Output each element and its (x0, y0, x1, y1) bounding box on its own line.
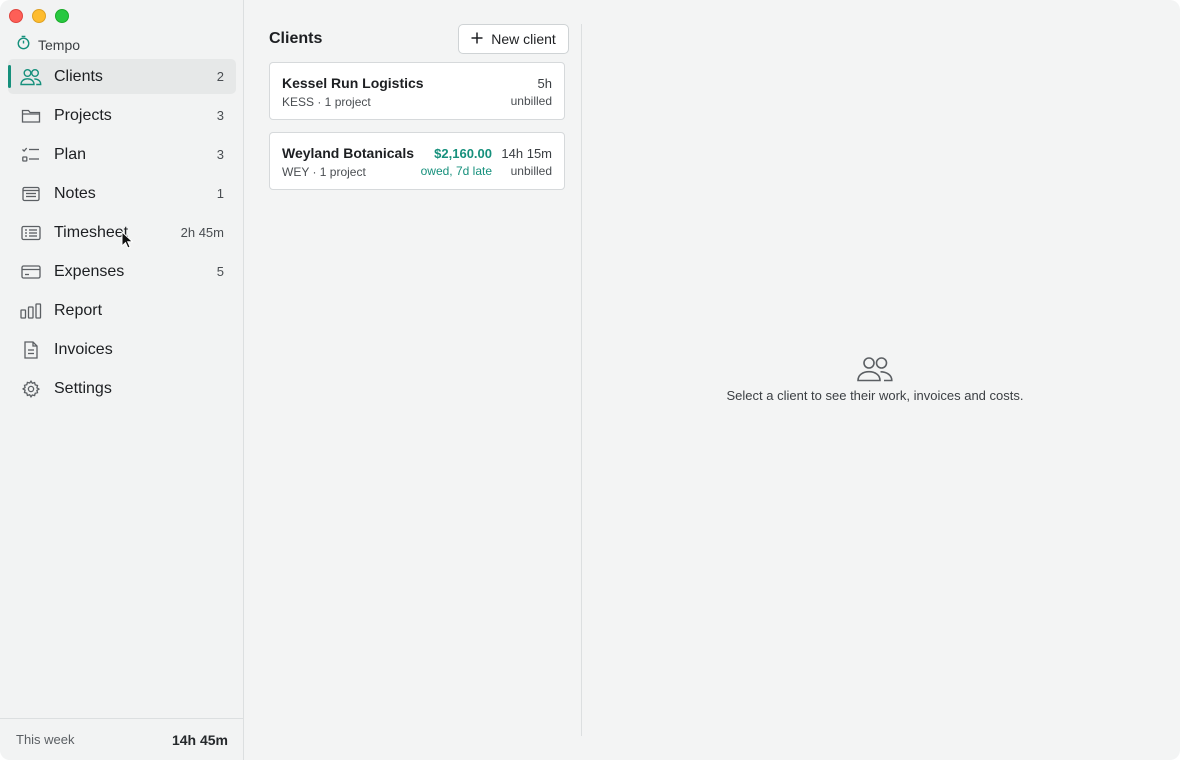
sidebar-item-projects[interactable]: Projects 3 (8, 98, 236, 133)
client-card-weyland-botanicals[interactable]: Weyland Botanicals WEY · 1 project $2,16… (269, 132, 565, 190)
clients-icon (20, 66, 42, 88)
sidebar-item-expenses[interactable]: Expenses 5 (8, 254, 236, 289)
sidebar-item-count: 5 (216, 264, 224, 279)
sidebar-item-count: 3 (216, 108, 224, 123)
app-name: Tempo (38, 37, 81, 53)
client-meta: KESS · 1 project (282, 95, 371, 109)
sidebar-item-label: Report (54, 301, 103, 319)
empty-state: Select a client to see their work, invoi… (582, 356, 1168, 403)
client-detail-pane: Select a client to see their work, invoi… (582, 0, 1180, 760)
sidebar-item-label: Plan (54, 145, 87, 163)
notes-icon (20, 183, 42, 205)
sidebar-item-label: Timesheet (54, 223, 129, 241)
sidebar-item-label: Clients (54, 67, 103, 85)
sidebar-item-clients[interactable]: Clients 2 (8, 59, 236, 94)
sidebar-item-invoices[interactable]: Invoices (8, 332, 236, 367)
sidebar-item-label: Invoices (54, 340, 113, 358)
plus-icon (471, 31, 483, 47)
stopwatch-icon (16, 35, 31, 55)
client-owed-amount: $2,160.00 (434, 146, 492, 161)
client-owed-status: owed, 7d late (420, 164, 492, 178)
client-name: Kessel Run Logistics (282, 75, 424, 91)
sidebar-item-count: 3 (216, 147, 224, 162)
client-unbilled-label: unbilled (510, 94, 552, 108)
sidebar-item-label: Notes (54, 184, 96, 202)
zoom-window-button[interactable] (55, 9, 69, 23)
sidebar-item-report[interactable]: Report (8, 293, 236, 328)
sidebar-item-notes[interactable]: Notes 1 (8, 176, 236, 211)
app-window: Tempo Clients 2 Projects 3 Plan 3 Notes … (0, 0, 1180, 760)
weekly-total-value: 14h 45m (171, 731, 228, 748)
weekly-total-label: This week (16, 732, 75, 747)
app-brand: Tempo (16, 35, 80, 55)
timesheet-icon (20, 222, 42, 244)
client-hours: 14h 15m (501, 146, 552, 161)
new-client-label: New client (491, 31, 556, 47)
sidebar-item-label: Expenses (54, 262, 125, 280)
weekly-total: This week 14h 45m (0, 718, 244, 760)
minimize-window-button[interactable] (32, 9, 46, 23)
window-controls (9, 9, 69, 23)
mouse-cursor-icon (121, 231, 133, 249)
client-card-kessel-run-logistics[interactable]: Kessel Run Logistics KESS · 1 project 5h… (269, 62, 565, 120)
sidebar-item-settings[interactable]: Settings (8, 371, 236, 406)
sidebar: Tempo Clients 2 Projects 3 Plan 3 Notes … (0, 0, 244, 760)
sidebar-item-count: 2 (216, 69, 224, 84)
sidebar-item-count: 2h 45m (180, 225, 224, 240)
sidebar-item-plan[interactable]: Plan 3 (8, 137, 236, 172)
card-icon (20, 261, 42, 283)
sidebar-item-label: Projects (54, 106, 112, 124)
client-name: Weyland Botanicals (282, 145, 415, 161)
empty-state-text: Select a client to see their work, invoi… (726, 388, 1024, 403)
client-meta: WEY · 1 project (282, 165, 366, 179)
gear-icon (20, 378, 42, 400)
clients-icon (582, 356, 1168, 382)
folder-icon (20, 105, 42, 127)
client-unbilled-label: unbilled (510, 164, 552, 178)
document-icon (20, 339, 42, 361)
sidebar-item-count: 1 (216, 186, 224, 201)
checklist-icon (20, 144, 42, 166)
close-window-button[interactable] (9, 9, 23, 23)
page-title: Clients (269, 30, 323, 47)
bar-chart-icon (20, 300, 42, 322)
sidebar-item-label: Settings (54, 379, 112, 397)
clients-list-pane: Clients New client Kessel Run Logistics … (245, 0, 581, 760)
client-hours: 5h (537, 76, 552, 91)
new-client-button[interactable]: New client (458, 24, 569, 54)
